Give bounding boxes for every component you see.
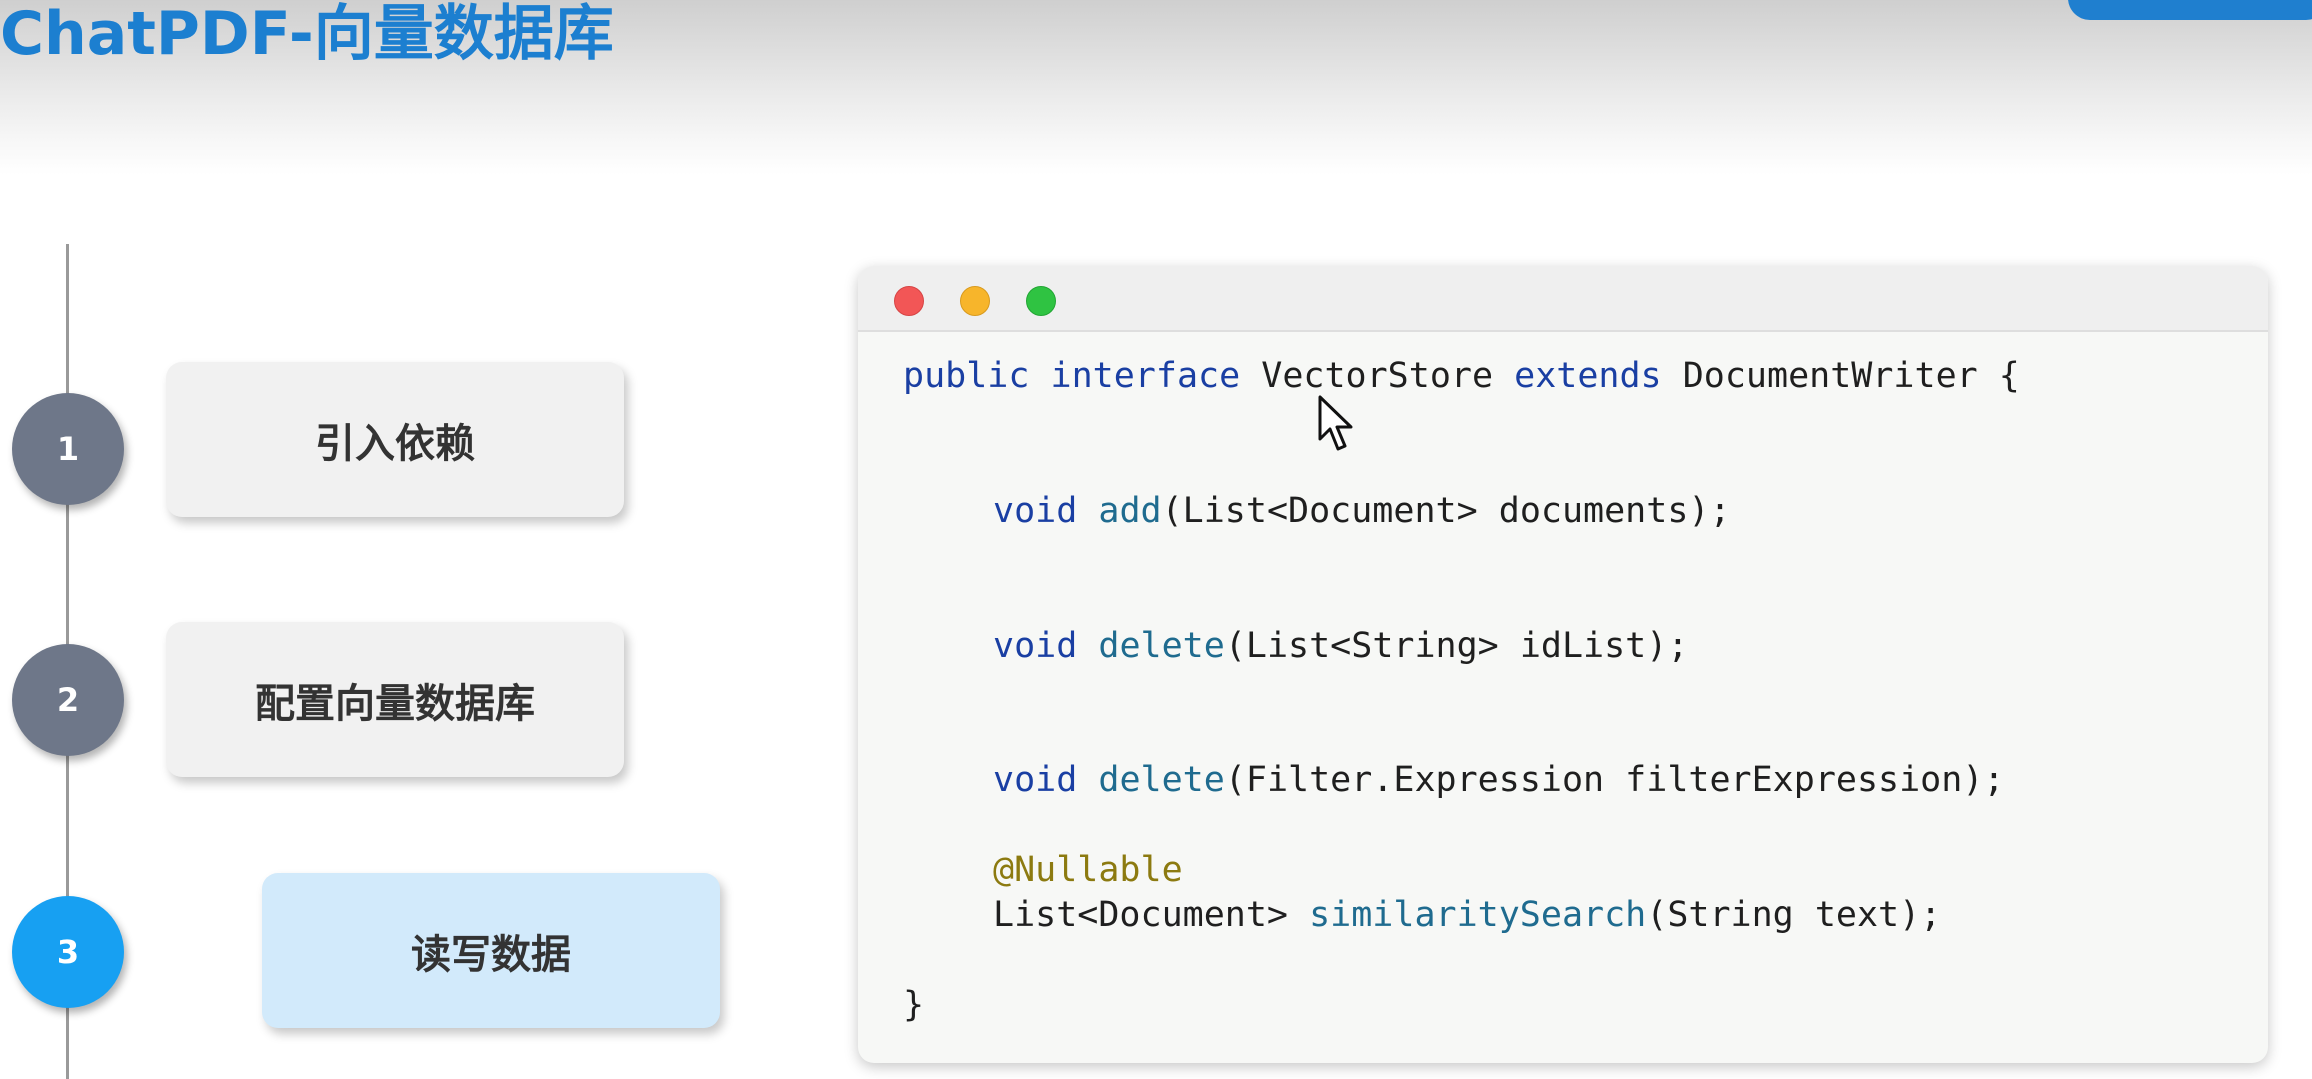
code-method-add: add [1098,491,1162,531]
code-keyword-interface: interface [1050,356,1241,396]
code-method-similarity-search: similaritySearch [1309,895,1647,935]
code-line-delete-idlist: void delete(List<String> idList); [993,624,1688,668]
code-method-delete: delete [1098,626,1225,666]
code-return-type: List<Document> [993,895,1289,935]
page-title: ChatPDF-向量数据库 [0,0,614,69]
window-minimize-dot[interactable] [960,286,990,316]
code-keyword-void: void [993,626,1078,666]
step-3-card[interactable]: 读写数据 [262,873,720,1028]
code-annotation-nullable: @Nullable [993,850,1183,890]
code-line-annotation: @Nullable [993,848,1183,892]
step-1-number: 1 [12,393,124,505]
code-keyword-void: void [993,491,1078,531]
code-line-add: void add(List<Document> documents); [993,489,1731,533]
code-line-similarity-search: List<Document> similaritySearch(String t… [993,893,1941,937]
corner-tab [2068,0,2312,20]
step-1-card[interactable]: 引入依赖 [166,362,624,517]
code-params-add: (List<Document> documents); [1161,491,1731,531]
code-method-delete: delete [1098,760,1225,800]
code-keyword-extends: extends [1514,356,1662,396]
code-line-interface-declaration: public interface VectorStore extends Doc… [903,354,2020,398]
step-3-label: 读写数据 [411,931,571,978]
code-keyword-public: public [903,356,1030,396]
window-maximize-dot[interactable] [1026,286,1056,316]
step-3-number: 3 [12,896,124,1008]
code-parent-type: DocumentWriter { [1682,356,2020,396]
code-line-delete-filter: void delete(Filter.Expression filterExpr… [993,758,2004,802]
mouse-pointer-icon [1318,395,1353,451]
code-params-similarity-search: (String text); [1646,895,1942,935]
code-interface-name: VectorStore [1261,356,1494,396]
window-title-bar [858,266,2268,332]
step-1-label: 引入依赖 [315,420,475,467]
step-2-card[interactable]: 配置向量数据库 [166,622,624,777]
window-close-dot[interactable] [894,286,924,316]
code-keyword-void: void [993,760,1078,800]
step-2-number: 2 [12,644,124,756]
code-line-closing-brace: } [903,985,925,1025]
code-window: public interface VectorStore extends Doc… [858,266,2268,1063]
code-params-delete-filter: (Filter.Expression filterExpression); [1224,760,2005,800]
code-params-delete-idlist: (List<String> idList); [1224,626,1689,666]
step-2-label: 配置向量数据库 [255,680,535,727]
